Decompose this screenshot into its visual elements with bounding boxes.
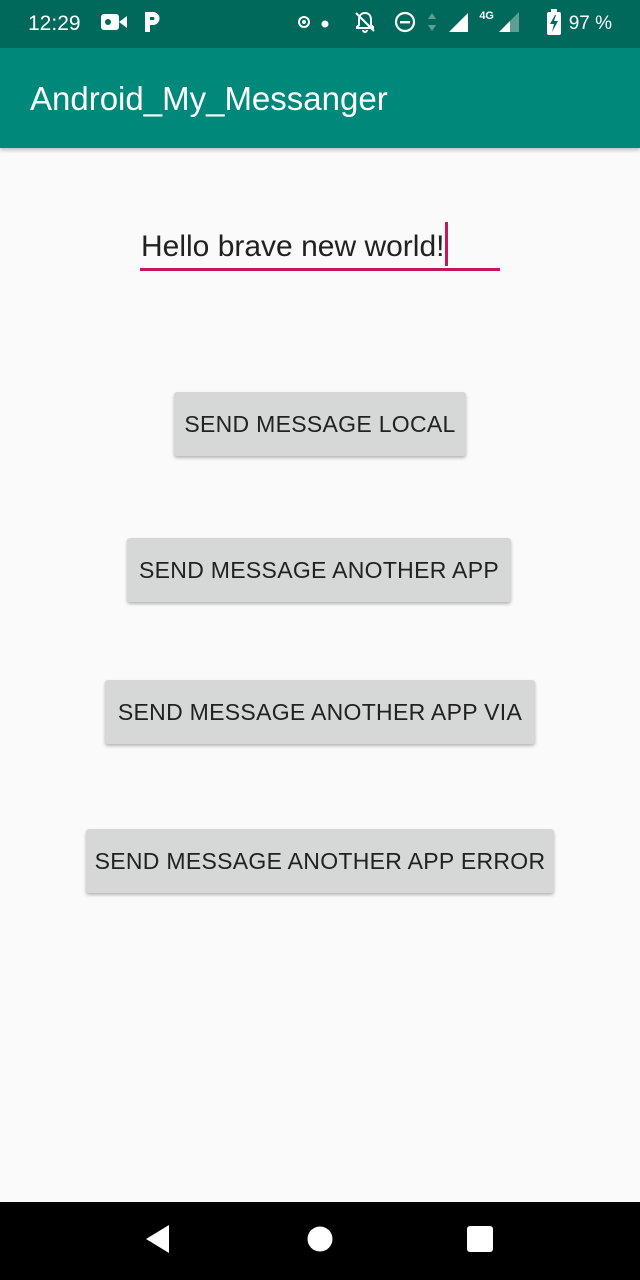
status-bar: 12:29 4G 97 % bbox=[0, 0, 640, 48]
status-notification-icons bbox=[100, 10, 162, 39]
wifi-signal-icon bbox=[447, 11, 469, 38]
battery-status: 97 % bbox=[546, 8, 612, 40]
navigation-bar bbox=[0, 1202, 640, 1280]
battery-percent: 97 % bbox=[568, 13, 612, 34]
back-button[interactable] bbox=[138, 1221, 178, 1261]
notifications-off-icon bbox=[353, 10, 377, 39]
message-input[interactable]: Hello brave new world! bbox=[140, 218, 500, 274]
network-type-label: 4G bbox=[479, 10, 494, 22]
battery-charging-icon bbox=[546, 8, 561, 40]
status-time: 12:29 bbox=[28, 12, 81, 35]
send-message-another-app-button[interactable]: SEND MESSAGE ANOTHER APP bbox=[127, 538, 511, 602]
data-arrows-icon bbox=[427, 11, 437, 38]
p-notification-icon bbox=[142, 10, 162, 39]
app-bar: Android_My_Messanger bbox=[0, 48, 640, 148]
app-title: Android_My_Messanger bbox=[30, 80, 388, 117]
do-not-disturb-icon bbox=[393, 10, 417, 39]
cell-signal-icon bbox=[496, 11, 520, 38]
message-input-text[interactable]: Hello brave new world! bbox=[141, 222, 449, 270]
home-button[interactable] bbox=[300, 1221, 340, 1261]
nfc-icon bbox=[297, 15, 311, 34]
recents-button[interactable] bbox=[460, 1221, 500, 1261]
dot-icon bbox=[321, 15, 329, 33]
recents-icon bbox=[466, 1225, 494, 1258]
back-icon bbox=[143, 1223, 173, 1260]
video-camera-icon bbox=[100, 12, 128, 37]
home-icon bbox=[306, 1225, 334, 1258]
status-system-icons: 4G bbox=[297, 10, 520, 38]
text-cursor bbox=[445, 222, 449, 266]
message-input-underline bbox=[140, 268, 500, 271]
send-message-another-app-error-button[interactable]: SEND MESSAGE ANOTHER APP ERROR bbox=[86, 829, 554, 893]
message-input-value: Hello brave new world! bbox=[141, 229, 445, 263]
app-screen: 12:29 4G 97 % Android_My_Messanger Hello… bbox=[0, 0, 640, 1280]
send-message-another-app-via-button[interactable]: SEND MESSAGE ANOTHER APP VIA bbox=[105, 680, 535, 744]
send-message-local-button[interactable]: SEND MESSAGE LOCAL bbox=[174, 392, 466, 456]
